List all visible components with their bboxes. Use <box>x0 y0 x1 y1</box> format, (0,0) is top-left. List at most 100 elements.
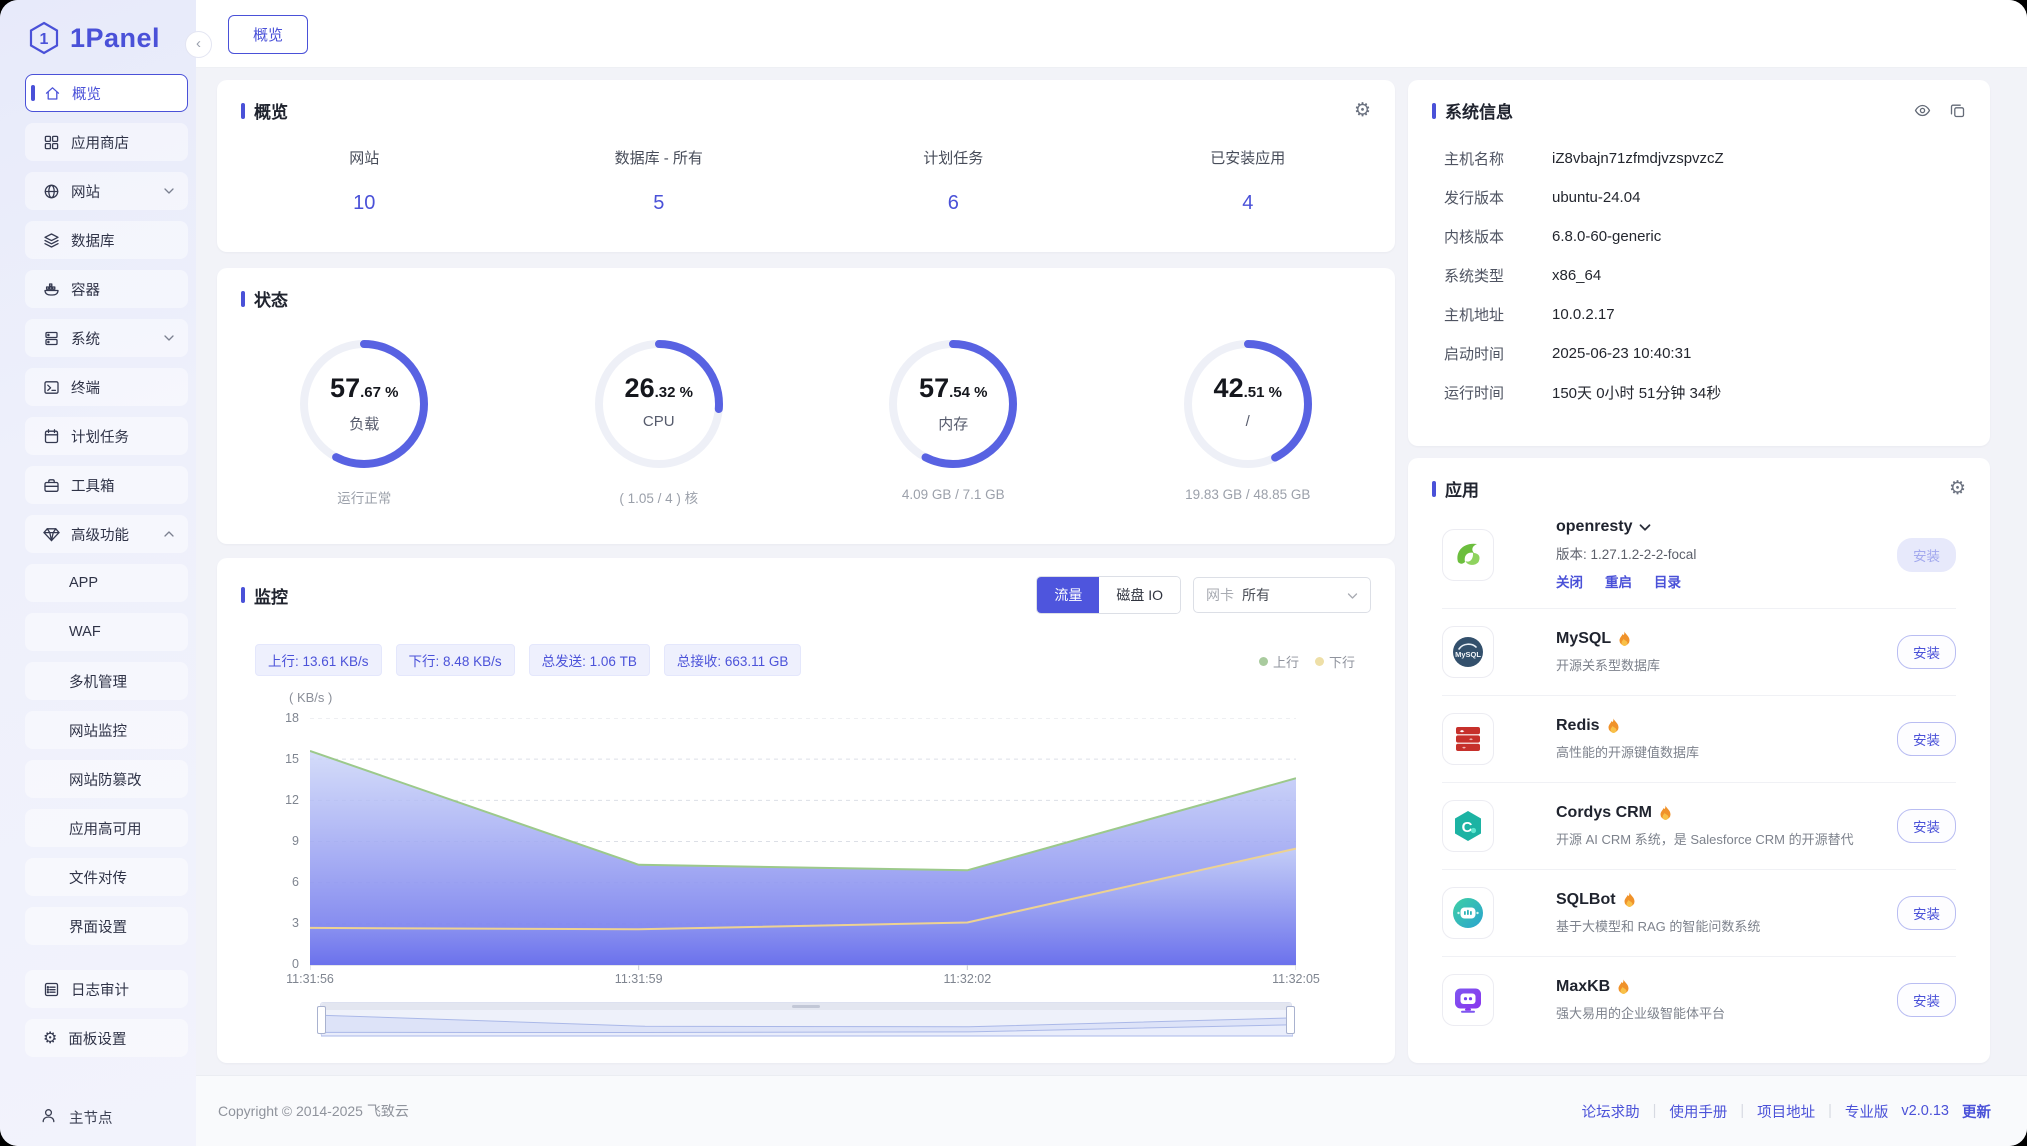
app-version: 版本: 1.27.1.2-2-2-focal <box>1556 543 1885 563</box>
x-axis-label: 11:32:05 <box>1272 972 1320 986</box>
manual-link[interactable]: 使用手册 <box>1669 1101 1727 1122</box>
copyright-text: Copyright © 2014-2025 飞致云 <box>218 1101 409 1121</box>
container-icon <box>43 281 60 298</box>
gauge-memory: 57.54 % 内存 4.09 GB / 7.1 GB <box>806 329 1101 507</box>
edition-label[interactable]: 专业版 <box>1845 1101 1889 1122</box>
master-node-selector[interactable]: 主节点 <box>40 1107 113 1128</box>
upload-speed-chip: 上行: 13.61 KB/s <box>255 644 382 676</box>
chevron-down-icon[interactable] <box>1639 523 1651 532</box>
stat-value[interactable]: 6 <box>806 192 1101 215</box>
sidebar-item-database[interactable]: 数据库 <box>25 221 188 259</box>
app-restart-link[interactable]: 重启 <box>1605 571 1632 591</box>
sidebar-item-waf[interactable]: WAF <box>25 613 188 651</box>
tab-overview[interactable]: 概览 <box>228 15 308 54</box>
sidebar-item-system[interactable]: 系统 <box>25 319 188 357</box>
legend-download[interactable]: 下行 <box>1315 652 1355 671</box>
stat-cronjobs: 计划任务 6 <box>806 147 1101 215</box>
appstore-icon <box>43 134 60 151</box>
server-icon <box>43 330 60 347</box>
sidebar-item-app-ha[interactable]: 应用高可用 <box>25 809 188 847</box>
svg-text:C: C <box>1462 819 1473 836</box>
sidebar-item-cronjob[interactable]: 计划任务 <box>25 417 188 455</box>
app-stop-link[interactable]: 关闭 <box>1556 571 1583 591</box>
flame-icon <box>1617 979 1630 995</box>
gear-icon[interactable]: ⚙ <box>1354 101 1371 120</box>
maxkb-logo <box>1442 974 1494 1026</box>
sqlbot-logo <box>1442 887 1494 939</box>
sidebar-item-terminal[interactable]: 终端 <box>25 368 188 406</box>
sidebar-item-tamper-proof[interactable]: 网站防篡改 <box>25 760 188 798</box>
chart-legend: 上行 下行 <box>1259 652 1355 671</box>
app-description: 强大易用的企业级智能体平台 <box>1556 1003 1885 1022</box>
sidebar-item-logs[interactable]: 日志审计 <box>25 970 188 1008</box>
sidebar-item-file-transfer[interactable]: 文件对传 <box>25 858 188 896</box>
brush-grip[interactable] <box>792 1005 820 1008</box>
log-list-icon <box>43 981 60 998</box>
eye-icon[interactable] <box>1914 102 1931 119</box>
install-button[interactable]: 安装 <box>1897 809 1956 843</box>
copy-icon[interactable] <box>1949 102 1966 119</box>
install-button[interactable]: 安装 <box>1897 983 1956 1017</box>
app-description: 基于大模型和 RAG 的智能问数系统 <box>1556 916 1885 935</box>
sysinfo-host-address: 主机地址10.0.2.17 <box>1444 295 1962 334</box>
y-axis-tick: 9 <box>292 834 299 848</box>
stat-value[interactable]: 5 <box>512 192 807 215</box>
update-link[interactable]: 更新 <box>1962 1101 1991 1122</box>
sidebar-item-container[interactable]: 容器 <box>25 270 188 308</box>
sidebar: 1 1Panel ‹ 概览 应用商店 网站 数据库 <box>0 0 196 1146</box>
disk-io-tab[interactable]: 磁盘 IO <box>1099 577 1180 613</box>
sysinfo-uptime: 运行时间150天 0小时 51分钟 34秒 <box>1444 373 1962 412</box>
gear-icon: ⚙ <box>43 1028 57 1048</box>
globe-icon <box>43 183 60 200</box>
stat-value[interactable]: 10 <box>217 192 512 215</box>
sidebar-item-panel-settings[interactable]: ⚙ 面板设置 <box>25 1019 188 1057</box>
brush-handle-left[interactable] <box>317 1006 326 1034</box>
y-axis: 18 15 12 9 6 3 0 <box>247 718 299 965</box>
sidebar-item-site-monitor[interactable]: 网站监控 <box>25 711 188 749</box>
sysinfo-hostname: 主机名称iZ8vbajn71zfmdjvzspvzcZ <box>1444 139 1962 178</box>
legend-upload[interactable]: 上行 <box>1259 652 1299 671</box>
traffic-stats: 上行: 13.61 KB/s 下行: 8.48 KB/s 总发送: 1.06 T… <box>255 644 801 676</box>
sidebar-item-appstore[interactable]: 应用商店 <box>25 123 188 161</box>
traffic-tab[interactable]: 流量 <box>1037 577 1099 613</box>
sidebar-item-website[interactable]: 网站 <box>25 172 188 210</box>
stat-value[interactable]: 4 <box>1101 192 1396 215</box>
install-button[interactable]: 安装 <box>1897 722 1956 756</box>
sidebar-item-toolbox[interactable]: 工具箱 <box>25 466 188 504</box>
gauge-load: 57.67 % 负载 运行正常 <box>217 329 512 507</box>
brush-mini-chart <box>321 1010 1293 1037</box>
sidebar-item-app[interactable]: APP <box>25 564 188 602</box>
forum-help-link[interactable]: 论坛求助 <box>1582 1101 1640 1122</box>
chart-zoom-brush[interactable] <box>320 1002 1292 1036</box>
brush-handle-right[interactable] <box>1286 1006 1295 1034</box>
flame-icon <box>1618 631 1631 647</box>
sidebar-item-ui-settings[interactable]: 界面设置 <box>25 907 188 945</box>
app-list: openresty 版本: 1.27.1.2-2-2-focal 关闭 重启 目… <box>1408 501 1990 1043</box>
sidebar-item-multi-host[interactable]: 多机管理 <box>25 662 188 700</box>
install-button[interactable]: 安装 <box>1897 635 1956 669</box>
system-info-card: 系统信息 主机名称iZ8vbajn71zfmdjvzspvzcZ 发行版本ubu… <box>1408 80 1990 446</box>
stat-installed-apps: 已安装应用 4 <box>1101 147 1396 215</box>
database-icon <box>43 232 60 249</box>
monitor-card: 监控 流量 磁盘 IO 网卡 所有 上行: 13.61 KB/s 下行: 8.4… <box>217 558 1395 1063</box>
sidebar-item-pro-features[interactable]: 高级功能 <box>25 515 188 553</box>
total-received-chip: 总接收: 663.11 GB <box>664 644 802 676</box>
install-button[interactable]: 安装 <box>1897 896 1956 930</box>
logo-text: 1Panel <box>70 23 160 54</box>
total-sent-chip: 总发送: 1.06 TB <box>529 644 650 676</box>
app-row-cordys-crm: C Cordys CRM 开源 AI CRM 系统，是 Salesforce C… <box>1442 783 1956 870</box>
gear-icon[interactable]: ⚙ <box>1949 479 1966 498</box>
home-icon <box>44 85 61 102</box>
download-speed-chip: 下行: 8.48 KB/s <box>396 644 515 676</box>
project-link[interactable]: 项目地址 <box>1757 1101 1815 1122</box>
install-button[interactable]: 安装 <box>1897 538 1956 572</box>
network-card-select[interactable]: 网卡 所有 <box>1193 577 1371 613</box>
app-directory-link[interactable]: 目录 <box>1654 571 1681 591</box>
sidebar-collapse-button[interactable]: ‹ <box>185 31 212 58</box>
system-info-list: 主机名称iZ8vbajn71zfmdjvzspvzcZ 发行版本ubuntu-2… <box>1408 123 1990 412</box>
cordys-crm-logo: C <box>1442 800 1494 852</box>
monitor-mode-switch: 流量 磁盘 IO <box>1036 576 1181 614</box>
status-card: 状态 57.67 % 负载 运行正常 <box>217 268 1395 544</box>
monitor-title: 监控 <box>254 583 288 608</box>
sidebar-item-overview[interactable]: 概览 <box>25 74 188 112</box>
